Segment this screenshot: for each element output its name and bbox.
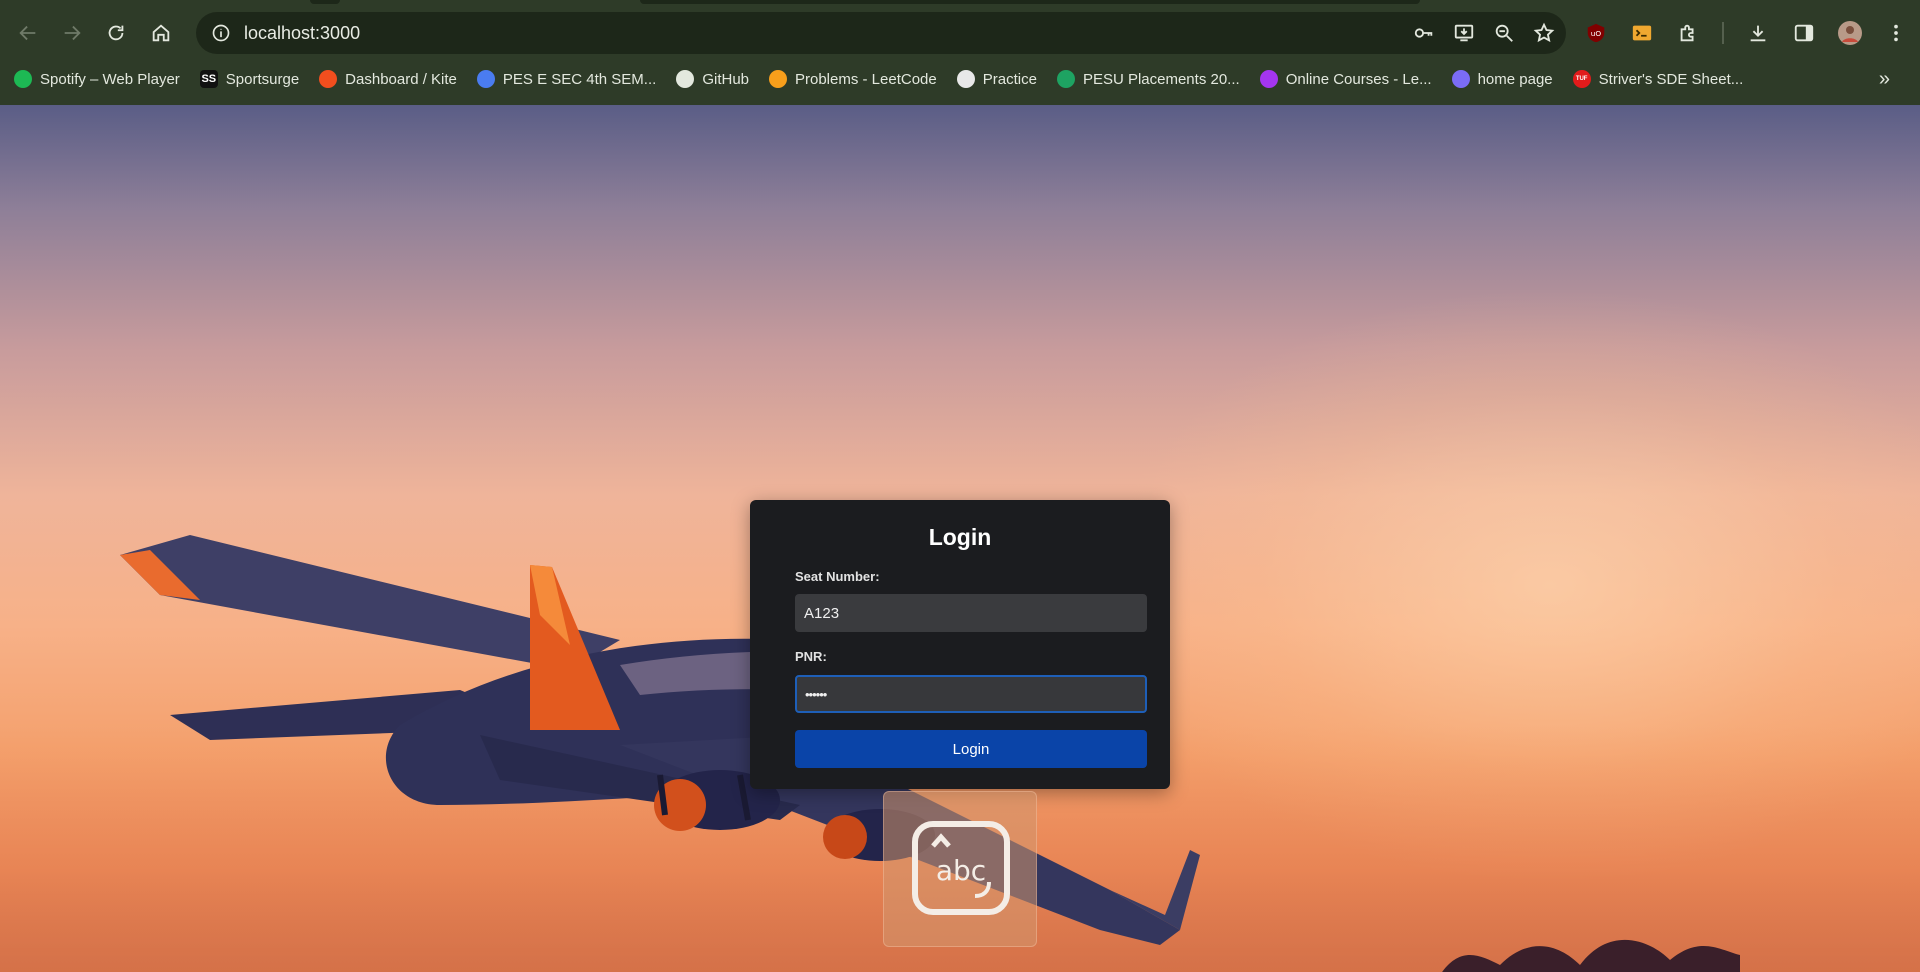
bookmarks-bar: Spotify – Web Player SS Sportsurge Dashboar…	[0, 66, 1920, 92]
profile-avatar-icon[interactable]	[1838, 21, 1862, 45]
toolbar-divider	[1722, 22, 1724, 44]
pnr-input[interactable]: ••••••	[795, 675, 1147, 713]
seat-number-label: Seat Number:	[795, 569, 880, 584]
kite-icon	[319, 70, 338, 88]
forward-arrow-icon	[64, 25, 81, 41]
extensions-area: uO	[1584, 12, 1908, 54]
login-title: Login	[928, 524, 992, 550]
seat-number-input[interactable]: A123	[795, 594, 1147, 632]
leetcode-icon	[769, 70, 787, 88]
login-card: Login Seat Number: A123 PNR: •••••• Logi…	[750, 500, 1170, 789]
page-viewport: Login Seat Number: A123 PNR: •••••• Logi…	[0, 105, 1920, 972]
bookmark-item[interactable]: TUF Striver's SDE Sheet...	[1572, 66, 1744, 92]
ublock-origin-icon[interactable]: uO	[1584, 21, 1608, 45]
url-text: localhost:3000	[244, 22, 361, 43]
bookmark-label: GitHub	[702, 70, 749, 88]
install-app-icon[interactable]	[1452, 21, 1476, 45]
bookmark-item[interactable]: SS Sportsurge	[199, 66, 300, 92]
airplane-image	[120, 535, 1200, 945]
reload-button[interactable]	[98, 6, 134, 60]
login-button[interactable]: Login	[795, 730, 1147, 768]
seat-number-value: A123	[804, 604, 840, 622]
spotify-icon	[14, 70, 32, 88]
downloads-icon[interactable]	[1746, 21, 1770, 45]
zoom-icon[interactable]	[1492, 21, 1516, 45]
udemy-icon	[1259, 70, 1278, 88]
menu-kebab-icon[interactable]	[1884, 21, 1908, 45]
toolbar: localhost:3000 uO	[0, 6, 1920, 60]
svg-text:abc: abc	[936, 854, 986, 887]
tab-edge	[640, 0, 1420, 4]
bookmark-item[interactable]: PES E SEC 4th SEM...	[476, 66, 657, 92]
address-bar-actions	[1412, 12, 1556, 54]
bookmark-item[interactable]: Practice	[956, 66, 1037, 92]
bookmark-label: Problems - LeetCode	[795, 70, 937, 88]
tuf-icon: TUF	[1572, 70, 1591, 88]
bookmark-item[interactable]: GitHub	[676, 66, 749, 92]
browser-chrome: localhost:3000 uO Spotify – Web Player S…	[0, 0, 1920, 105]
home-icon	[152, 24, 170, 42]
keyboard-input-mode-icon: abc	[912, 821, 1010, 915]
bookmark-label: Practice	[982, 70, 1037, 88]
people-icon	[476, 70, 495, 88]
bookmark-star-icon[interactable]	[1532, 21, 1556, 45]
bookmark-label: Striver's SDE Sheet...	[1598, 70, 1744, 88]
terminal-extension-icon[interactable]	[1630, 21, 1654, 45]
bookmark-label: Online Courses - Le...	[1285, 70, 1432, 88]
github-icon	[676, 70, 695, 88]
login-button-label: Login	[952, 740, 990, 758]
pnr-label: PNR:	[795, 649, 827, 664]
more-bookmarks-chevron-icon[interactable]: »	[1879, 66, 1890, 92]
sportsurge-icon: SS	[199, 70, 218, 88]
bookmark-item[interactable]: Problems - LeetCode	[769, 66, 937, 92]
extensions-puzzle-icon[interactable]	[1676, 21, 1700, 45]
tree-silhouette	[1442, 940, 1740, 972]
bookmark-item[interactable]: home page	[1451, 66, 1553, 92]
bookmark-item[interactable]: Online Courses - Le...	[1259, 66, 1432, 92]
pnr-value: ••••••	[805, 686, 827, 702]
address-bar[interactable]: localhost:3000	[196, 12, 1566, 54]
svg-text:uO: uO	[1591, 29, 1602, 38]
bookmark-label: Spotify – Web Player	[40, 70, 180, 88]
bookmark-item[interactable]: PESU Placements 20...	[1056, 66, 1240, 92]
side-panel-icon[interactable]	[1792, 21, 1816, 45]
tab-edge	[310, 0, 340, 4]
bookmark-label: Dashboard / Kite	[345, 70, 457, 88]
bookmark-item[interactable]: Dashboard / Kite	[319, 66, 457, 92]
cloud-icon	[1451, 70, 1470, 88]
reload-icon	[108, 25, 124, 41]
practice-icon	[956, 70, 975, 88]
bookmark-item[interactable]: Spotify – Web Player	[14, 66, 180, 92]
back-arrow-icon	[19, 25, 36, 41]
bookmark-label: PESU Placements 20...	[1082, 70, 1240, 88]
ime-indicator: abc	[883, 791, 1037, 947]
bookmark-label: PES E SEC 4th SEM...	[502, 70, 657, 88]
sheets-icon	[1056, 70, 1075, 88]
back-button[interactable]	[10, 6, 46, 60]
forward-button[interactable]	[54, 6, 90, 60]
bookmark-label: home page	[1477, 70, 1553, 88]
home-button[interactable]	[143, 6, 179, 60]
password-key-icon[interactable]	[1412, 21, 1436, 45]
bookmark-label: Sportsurge	[225, 70, 300, 88]
site-info-icon[interactable]	[204, 16, 238, 50]
